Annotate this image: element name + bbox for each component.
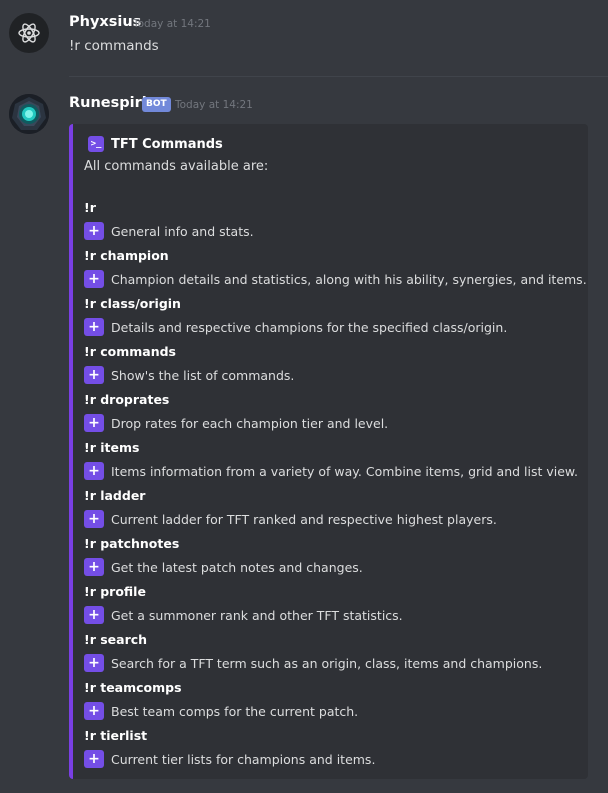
timestamp: Today at 14:21 [133,18,211,30]
command-row: + Details and respective champions for th… [84,318,507,336]
user-avatar[interactable] [9,13,49,53]
message-divider [69,76,608,77]
plus-icon: + [84,270,104,288]
command-name: !r search [84,632,148,647]
plus-icon: + [84,222,104,240]
command-description: Champion details and statistics, along w… [111,271,587,287]
timestamp: Today at 14:21 [175,99,253,111]
command-name: !r items [84,440,140,455]
plus-icon: + [84,702,104,720]
embed-card: >_ TFT Commands All commands available a… [69,124,588,779]
command-name: !r patchnotes [84,536,180,551]
command-row: + Best team comps for the current patch. [84,702,358,720]
command-row: + Get a summoner rank and other TFT stati… [84,606,403,624]
plus-icon: + [84,414,104,432]
bot-avatar[interactable] [9,94,49,134]
command-name: !r profile [84,584,146,599]
username[interactable]: Phyxsius [69,14,141,30]
command-name: !r tierlist [84,728,148,743]
command-name: !r ladder [84,488,146,503]
bot-badge: BOT [142,97,171,112]
command-name: !r class/origin [84,296,181,311]
plus-icon: + [84,462,104,480]
plus-icon: + [84,654,104,672]
embed-header: >_ TFT Commands [88,136,223,152]
embed-description: All commands available are: [84,159,269,174]
command-name: !r teamcomps [84,680,182,695]
command-row: + Current ladder for TFT ranked and respe… [84,510,497,528]
plus-icon: + [84,606,104,624]
embed-title: TFT Commands [111,136,223,152]
command-description: Get the latest patch notes and changes. [111,559,363,575]
username[interactable]: Runespirit [69,95,154,111]
glowing-orb-icon [9,94,49,134]
command-description: Get a summoner rank and other TFT statis… [111,607,403,623]
command-description: Drop rates for each champion tier and le… [111,415,389,431]
plus-icon: + [84,366,104,384]
terminal-icon: >_ [88,136,104,152]
command-row: + Show's the list of commands. [84,366,294,384]
command-row: + Items information from a variety of way… [84,462,578,480]
plus-icon: + [84,558,104,576]
command-row: + Champion details and statistics, along … [84,270,587,288]
plus-icon: + [84,750,104,768]
command-row: + Search for a TFT term such as an origin… [84,654,542,672]
command-description: Best team comps for the current patch. [111,703,359,719]
command-row: + Drop rates for each champion tier and l… [84,414,388,432]
plus-icon: + [84,510,104,528]
plus-icon: + [84,318,104,336]
command-name: !r [84,200,96,215]
command-name: !r droprates [84,392,170,407]
command-row: + Current tier lists for champions and it… [84,750,375,768]
atom-icon [18,23,40,43]
command-description: Current tier lists for champions and ite… [111,751,376,767]
command-description: General info and stats. [111,223,254,239]
command-description: Current ladder for TFT ranked and respec… [111,511,497,527]
command-description: Search for a TFT term such as an origin,… [111,655,543,671]
command-name: !r commands [84,344,176,359]
message-content: !r commands [69,38,159,54]
command-description: Show's the list of commands. [111,367,295,383]
command-row: + General info and stats. [84,222,254,240]
command-description: Items information from a variety of way.… [111,463,578,479]
command-description: Details and respective champions for the… [111,319,508,335]
command-row: + Get the latest patch notes and changes. [84,558,363,576]
command-name: !r champion [84,248,169,263]
